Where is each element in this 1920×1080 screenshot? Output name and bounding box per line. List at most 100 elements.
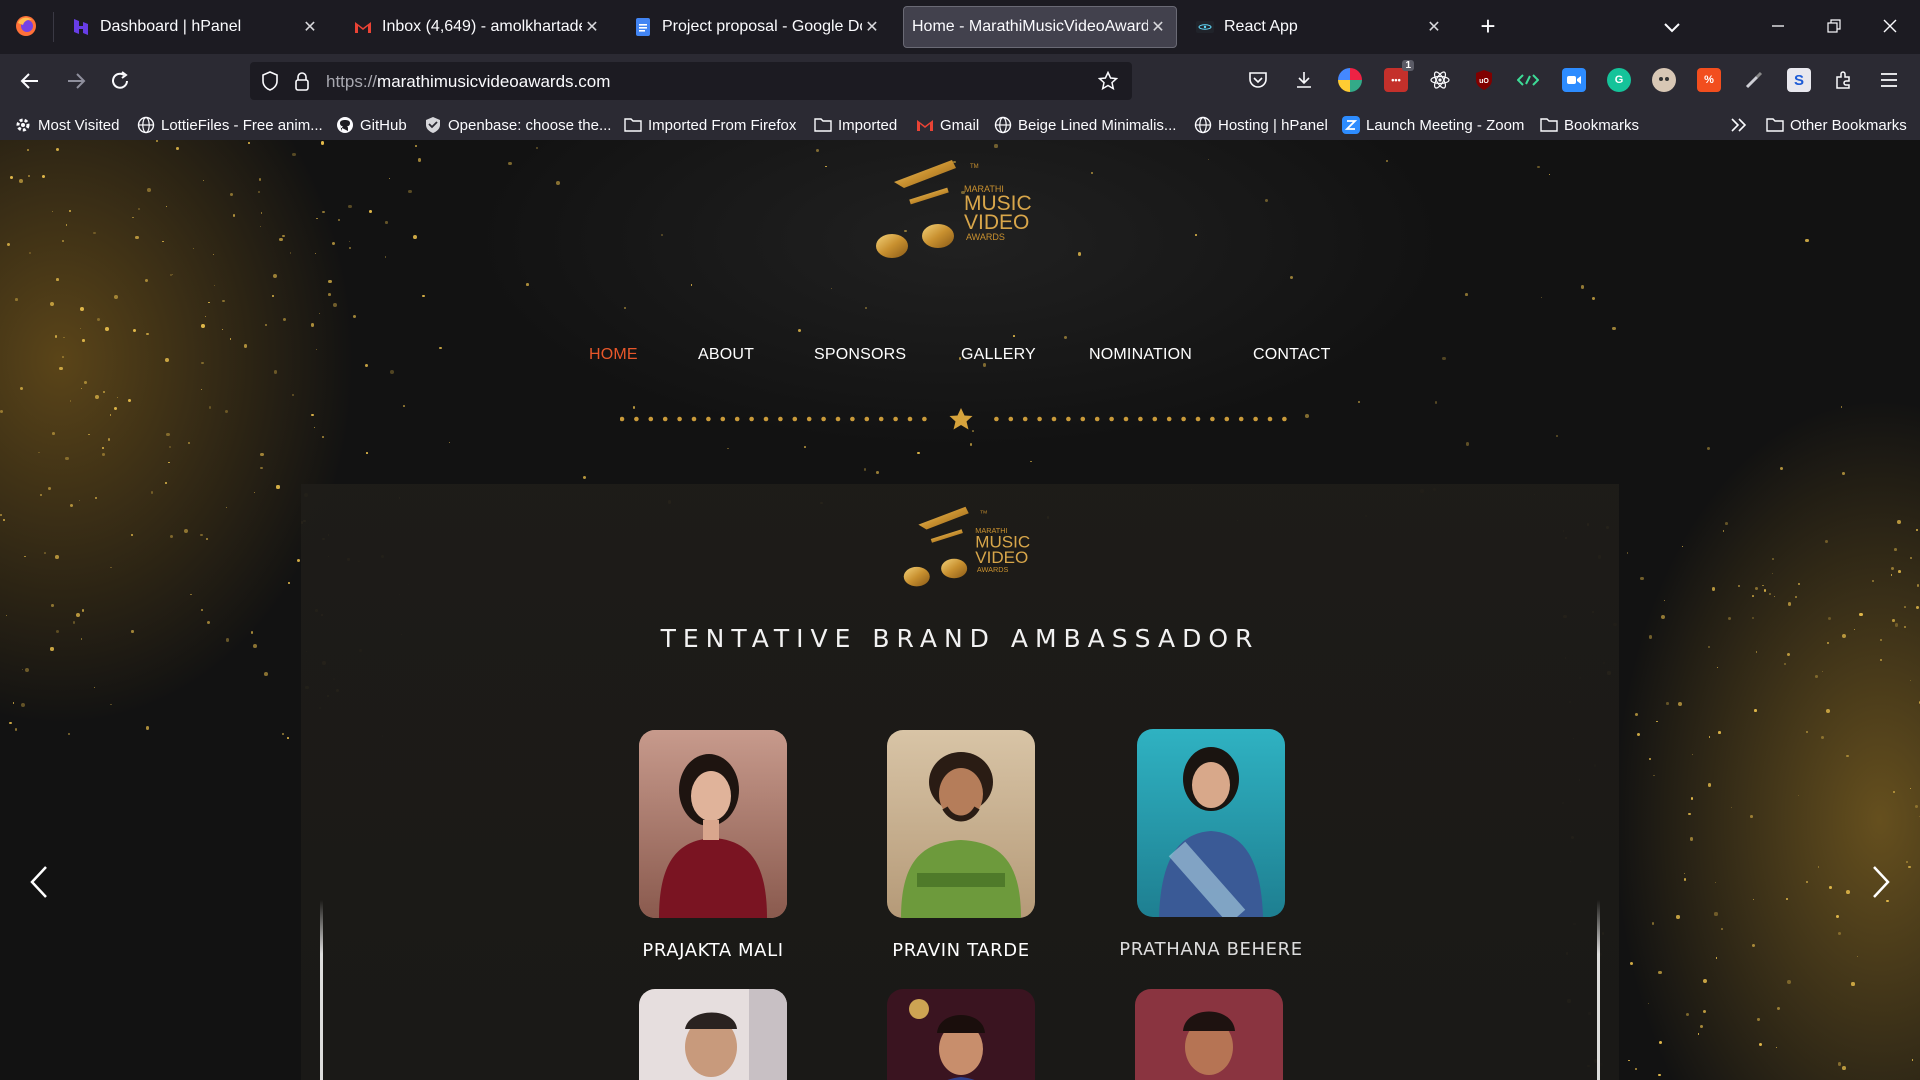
sparkle xyxy=(536,147,539,150)
sparkle xyxy=(80,638,83,640)
bookmark-most-visited[interactable]: Most Visited xyxy=(14,114,119,136)
close-icon[interactable]: ✕ xyxy=(582,17,602,37)
tab-google-docs[interactable]: Project proposal - Google Docs ✕ xyxy=(630,6,886,48)
color-picker-icon[interactable] xyxy=(1742,68,1766,92)
zoom-extension-icon[interactable] xyxy=(1562,68,1586,92)
sparkle xyxy=(1715,881,1717,883)
bookmark-imported[interactable]: Imported xyxy=(814,114,897,136)
ambassador-photo-prajakta-mali[interactable] xyxy=(639,730,787,918)
sparkle xyxy=(1771,558,1774,560)
bookmark-label: Most Visited xyxy=(38,116,120,134)
carousel-next-arrow-icon[interactable] xyxy=(1866,862,1896,902)
bookmark-beige-lined[interactable]: Beige Lined Minimalis... xyxy=(994,114,1176,136)
sparkle xyxy=(168,445,171,448)
close-icon[interactable]: ✕ xyxy=(862,17,882,37)
divider-dot xyxy=(1109,416,1114,422)
downloads-icon[interactable] xyxy=(1292,68,1316,92)
nav-home[interactable]: HOME xyxy=(589,346,638,364)
nav-sponsors[interactable]: SPONSORS xyxy=(814,346,906,364)
extension-badge-icon[interactable]: ••• 1 xyxy=(1384,60,1414,92)
bookmark-gmail[interactable]: Gmail xyxy=(916,114,979,136)
site-logo[interactable]: MARATHI MUSIC VIDEO AWARDS TM xyxy=(864,152,1056,272)
sparkle xyxy=(1730,806,1733,808)
restore-button[interactable] xyxy=(1822,14,1846,38)
tracking-protection-shield-icon[interactable] xyxy=(260,71,280,91)
bookmark-other-bookmarks[interactable]: Other Bookmarks xyxy=(1766,114,1907,136)
svg-text:uO: uO xyxy=(1479,78,1489,85)
extension-percent-icon[interactable]: % xyxy=(1697,68,1721,92)
ambassador-photo-5[interactable] xyxy=(887,989,1035,1080)
sparkle xyxy=(20,387,24,391)
bookmarks-overflow-button[interactable] xyxy=(1730,114,1754,136)
lock-icon[interactable] xyxy=(292,71,312,91)
sparkle xyxy=(14,298,18,302)
menu-hamburger-icon[interactable] xyxy=(1877,68,1901,92)
divider-dot xyxy=(1267,416,1273,422)
bookmark-imported-from-firefox[interactable]: Imported From Firefox xyxy=(624,114,796,136)
ambassador-photo-4[interactable] xyxy=(639,989,787,1080)
extension-s-icon[interactable]: S xyxy=(1787,68,1811,92)
sparkle xyxy=(192,248,195,250)
tab-gmail[interactable]: Inbox (4,649) - amolkhartade97 ✕ xyxy=(350,6,606,48)
bookmark-label: Beige Lined Minimalis... xyxy=(1018,116,1177,134)
sparkle xyxy=(229,338,232,340)
forward-button[interactable] xyxy=(62,67,90,95)
ambassador-photo-prathana-behere[interactable] xyxy=(1137,729,1285,917)
close-icon[interactable]: ✕ xyxy=(1424,17,1444,37)
ublock-icon[interactable]: uO xyxy=(1472,68,1496,92)
bookmark-openbase[interactable]: Openbase: choose the... xyxy=(424,114,611,136)
bookmark-zoom[interactable]: Launch Meeting - Zoom xyxy=(1342,114,1524,136)
divider-dot xyxy=(1008,416,1014,422)
sparkle xyxy=(27,174,30,178)
sparkle xyxy=(24,667,29,672)
tab-marathi-music-video-awards[interactable]: Home - MarathiMusicVideoAwards ✕ xyxy=(903,6,1177,48)
ambassador-photo-pravin-tarde[interactable] xyxy=(887,730,1035,918)
tab-hpanel[interactable]: Dashboard | hPanel ✕ xyxy=(68,6,324,48)
logo-line-video: VIDEO xyxy=(964,211,1029,234)
grammarly-icon[interactable]: G xyxy=(1607,68,1631,92)
sparkle xyxy=(1820,735,1824,740)
sparkle xyxy=(1690,797,1694,800)
close-icon[interactable]: ✕ xyxy=(1148,17,1168,37)
chevron-down-icon[interactable] xyxy=(1660,15,1684,39)
firefox-icon[interactable] xyxy=(14,14,38,38)
hpanel-icon xyxy=(72,18,90,36)
nav-about[interactable]: ABOUT xyxy=(698,346,754,364)
sparkle xyxy=(415,145,417,148)
pocket-icon[interactable] xyxy=(1246,68,1270,92)
logo-line-awards: AWARDS xyxy=(966,232,1005,242)
bookmark-star-icon[interactable] xyxy=(1098,71,1118,91)
bookmark-bookmarks-folder[interactable]: Bookmarks xyxy=(1540,114,1639,136)
sparkle xyxy=(1652,774,1655,777)
minimize-button[interactable] xyxy=(1766,14,1790,38)
carousel-prev-arrow-icon[interactable] xyxy=(24,862,54,902)
divider-dot xyxy=(1123,416,1129,422)
bookmark-hosting-hpanel[interactable]: Hosting | hPanel xyxy=(1194,114,1328,136)
sparkle xyxy=(131,630,134,633)
url-text[interactable]: https://marathimusicvideoawards.com xyxy=(326,72,610,92)
sparkle xyxy=(28,251,31,254)
extension-globe-icon[interactable] xyxy=(1338,68,1362,92)
new-tab-button[interactable]: + xyxy=(1474,13,1502,41)
back-button[interactable] xyxy=(16,67,44,95)
bookmark-github[interactable]: GitHub xyxy=(336,114,407,136)
sparkle xyxy=(62,336,65,339)
sparkle xyxy=(281,732,284,735)
sparkle xyxy=(260,211,263,214)
code-extension-icon[interactable] xyxy=(1516,68,1540,92)
sparkle xyxy=(84,380,87,384)
nav-nomination[interactable]: NOMINATION xyxy=(1089,346,1192,364)
extensions-puzzle-icon[interactable] xyxy=(1832,68,1856,92)
url-bar[interactable]: https://marathimusicvideoawards.com xyxy=(250,62,1132,100)
reload-button[interactable] xyxy=(106,67,134,95)
react-devtools-icon[interactable] xyxy=(1428,68,1452,92)
tab-react-app[interactable]: React App ✕ xyxy=(1192,6,1448,48)
nav-contact[interactable]: CONTACT xyxy=(1253,346,1331,364)
close-icon[interactable]: ✕ xyxy=(300,17,320,37)
extension-face-icon[interactable] xyxy=(1652,68,1676,92)
nav-gallery[interactable]: GALLERY xyxy=(961,346,1036,364)
bookmark-lottiefiles[interactable]: LottieFiles - Free anim... xyxy=(137,114,323,136)
sparkle xyxy=(1658,970,1662,975)
close-window-button[interactable] xyxy=(1878,14,1902,38)
ambassador-photo-6[interactable] xyxy=(1135,989,1283,1080)
